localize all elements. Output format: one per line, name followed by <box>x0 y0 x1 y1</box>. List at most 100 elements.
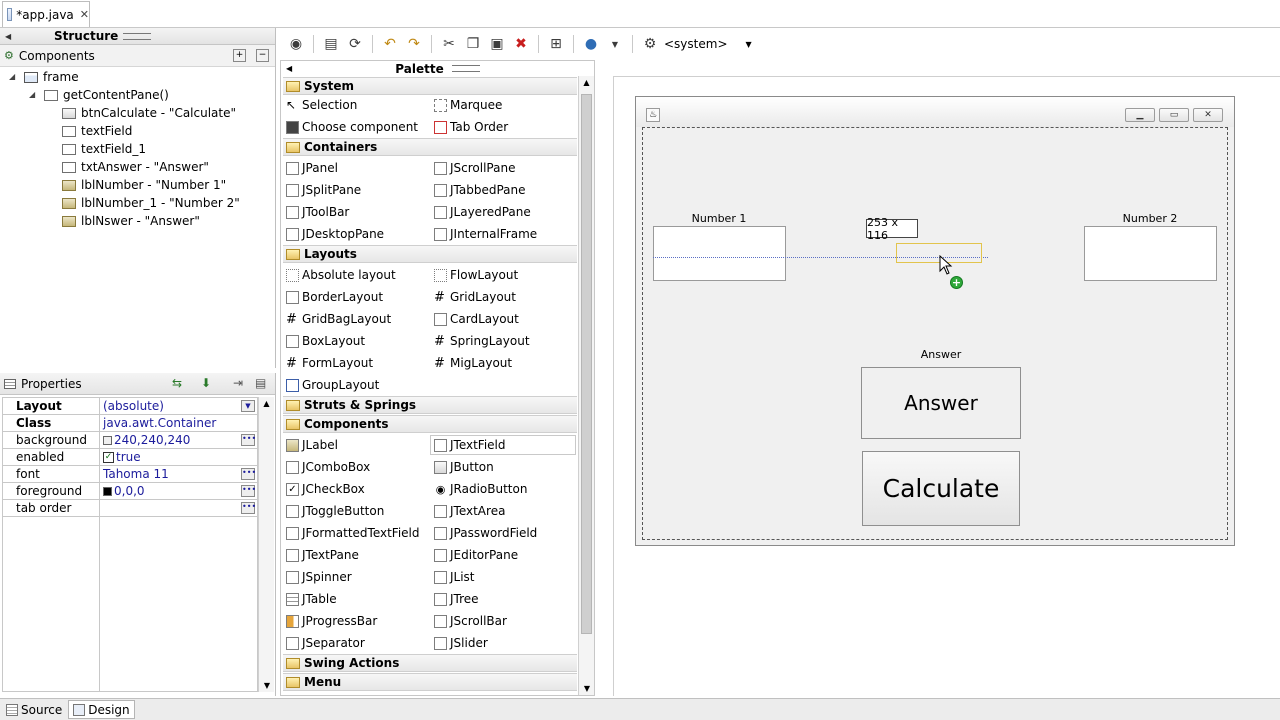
ellipsis-button[interactable]: ••• <box>241 434 256 446</box>
dropdown-arrow-icon[interactable]: ▼ <box>605 34 625 54</box>
label-number-2[interactable]: Number 2 <box>1084 212 1216 225</box>
tree-expanded-icon[interactable]: ◢ <box>9 72 15 81</box>
palette-scrollbar[interactable]: ▲ ▼ <box>578 76 594 695</box>
tree-expanded-icon[interactable]: ◢ <box>29 90 35 99</box>
tree-node-lbl-number[interactable]: lblNumber - "Number 1" <box>62 176 226 194</box>
look-and-feel-selector[interactable]: <system> ▼ <box>664 37 752 51</box>
tree-node-txt-answer[interactable]: txtAnswer - "Answer" <box>62 158 209 176</box>
scroll-thumb[interactable] <box>581 94 592 634</box>
calculate-button[interactable]: Calculate <box>862 451 1020 526</box>
palette-category-layouts[interactable]: Layouts <box>283 245 577 263</box>
palette-item-jtable[interactable]: JTable <box>286 589 337 609</box>
palette-item-jtabbedpane[interactable]: JTabbedPane <box>434 180 526 200</box>
palette-item-formlayout[interactable]: # FormLayout <box>286 353 373 373</box>
palette-item-flowlayout[interactable]: FlowLayout <box>434 265 518 285</box>
tree-node-lbl-number-1[interactable]: lblNumber_1 - "Number 2" <box>62 194 240 212</box>
tree-node-textfield[interactable]: textField <box>62 122 132 140</box>
palette-item-jlabel[interactable]: JLabel <box>286 435 338 455</box>
palette-item-jsplitpane[interactable]: JSplitPane <box>286 180 361 200</box>
look-and-feel-icon[interactable]: ⚙ <box>640 34 660 54</box>
show-events-icon[interactable]: ⇆ <box>172 376 182 390</box>
tab-design[interactable]: Design <box>68 700 135 719</box>
editor-tab-app-java[interactable]: *app.java ✕ <box>2 1 90 27</box>
tree-node-frame[interactable]: frame <box>24 68 79 86</box>
property-value-tab-order[interactable]: ••• <box>99 499 258 517</box>
palette-item-grouplayout[interactable]: GroupLayout <box>286 375 379 395</box>
property-row-class[interactable]: Class java.awt.Container <box>2 414 258 432</box>
property-value-layout[interactable]: (absolute) ▼ <box>99 397 258 415</box>
tab-source[interactable]: Source <box>2 700 66 719</box>
palette-item-jinternalframe[interactable]: JInternalFrame <box>434 224 537 244</box>
palette-item-marquee[interactable]: Marquee <box>434 95 502 115</box>
jframe-titlebar[interactable]: ♨ ▁ ▭ ✕ <box>636 97 1234 127</box>
palette-category-menu[interactable]: Menu <box>283 673 577 691</box>
cut-icon[interactable]: ✂ <box>439 34 459 54</box>
goto-definition-icon[interactable]: ⬇ <box>201 376 211 390</box>
collapse-left-icon[interactable]: ◀ <box>286 64 292 73</box>
refresh-icon[interactable]: ⟳ <box>345 34 365 54</box>
palette-item-jdesktoppane[interactable]: JDesktopPane <box>286 224 384 244</box>
expand-all-icon[interactable]: + <box>233 49 246 62</box>
label-answer[interactable]: Answer <box>862 348 1020 361</box>
palette-item-gridlayout[interactable]: # GridLayout <box>434 287 516 307</box>
redo-icon[interactable]: ↷ <box>404 34 424 54</box>
palette-item-jtextpane[interactable]: JTextPane <box>286 545 359 565</box>
palette-item-tab-order[interactable]: Tab Order <box>434 117 508 137</box>
property-row-font[interactable]: font Tahoma 11 ••• <box>2 465 258 483</box>
palette-item-choose-component[interactable]: Choose component <box>286 117 418 137</box>
property-row-enabled[interactable]: enabled ✓ true <box>2 448 258 466</box>
palette-category-containers[interactable]: Containers <box>283 138 577 156</box>
palette-item-borderlayout[interactable]: BorderLayout <box>286 287 383 307</box>
palette-item-jradiobutton[interactable]: ◉ JRadioButton <box>434 479 527 499</box>
maximize-icon[interactable]: ▭ <box>1159 108 1189 122</box>
tree-node-textfield-1[interactable]: textField_1 <box>62 140 146 158</box>
collapse-all-icon[interactable]: − <box>256 49 269 62</box>
property-row-tab-order[interactable]: tab order ••• <box>2 499 258 517</box>
palette-item-jscrollbar[interactable]: JScrollBar <box>434 611 507 631</box>
dropdown-arrow-icon[interactable]: ▼ <box>241 400 255 412</box>
tree-node-btn-calculate[interactable]: btnCalculate - "Calculate" <box>62 104 236 122</box>
palette-item-jscrollpane[interactable]: JScrollPane <box>434 158 515 178</box>
property-row-foreground[interactable]: foreground 0,0,0 ••• <box>2 482 258 500</box>
ellipsis-button[interactable]: ••• <box>241 468 256 480</box>
palette-category-swing-actions[interactable]: Swing Actions <box>283 654 577 672</box>
minimize-icon[interactable]: ▁ <box>1125 108 1155 122</box>
property-row-background[interactable]: background 240,240,240 ••• <box>2 431 258 449</box>
palette-item-jeditorpane[interactable]: JEditorPane <box>434 545 518 565</box>
palette-category-struts-springs[interactable]: Struts & Springs <box>283 396 577 414</box>
palette-item-jtextarea[interactable]: JTextArea <box>434 501 505 521</box>
palette-category-components[interactable]: Components <box>283 415 577 433</box>
palette-category-system[interactable]: System <box>283 77 577 95</box>
palette-item-jseparator[interactable]: JSeparator <box>286 633 365 653</box>
palette-item-jcheckbox[interactable]: ✓ JCheckBox <box>286 479 365 499</box>
palette-item-jlayeredpane[interactable]: JLayeredPane <box>434 202 531 222</box>
textfield-number-2[interactable] <box>1084 226 1217 281</box>
properties-scrollbar[interactable]: ▲ ▼ <box>258 397 274 692</box>
collapse-left-icon[interactable]: ◀ <box>5 32 11 41</box>
ellipsis-button[interactable]: ••• <box>241 485 256 497</box>
palette-item-boxlayout[interactable]: BoxLayout <box>286 331 365 351</box>
palette-item-springlayout[interactable]: # SpringLayout <box>434 331 530 351</box>
property-value-font[interactable]: Tahoma 11 ••• <box>99 465 258 483</box>
palette-item-jtoolbar[interactable]: JToolBar <box>286 202 349 222</box>
show-advanced-icon[interactable]: ⇥ <box>233 376 243 390</box>
property-row-layout[interactable]: Layout (absolute) ▼ <box>2 397 258 415</box>
checkbox-checked-icon[interactable]: ✓ <box>103 452 114 463</box>
property-value-background[interactable]: 240,240,240 ••• <box>99 431 258 449</box>
tree-node-lbl-nswer[interactable]: lblNswer - "Answer" <box>62 212 200 230</box>
close-icon[interactable]: ✕ <box>1193 108 1223 122</box>
delete-icon[interactable]: ✖ <box>511 34 531 54</box>
palette-item-jcombobox[interactable]: JComboBox <box>286 457 370 477</box>
palette-item-jtogglebutton[interactable]: JToggleButton <box>286 501 384 521</box>
textfield-number-1[interactable] <box>653 226 786 281</box>
palette-item-absolute-layout[interactable]: Absolute layout <box>286 265 396 285</box>
palette-item-jformattedtextfield[interactable]: JFormattedTextField <box>286 523 420 543</box>
property-value-enabled[interactable]: ✓ true <box>99 448 258 466</box>
close-icon[interactable]: ✕ <box>80 8 89 21</box>
palette-item-jtextfield[interactable]: JTextField <box>430 435 576 455</box>
undo-icon[interactable]: ↶ <box>380 34 400 54</box>
restore-default-icon[interactable]: ▤ <box>255 376 266 390</box>
answer-field[interactable]: Answer <box>861 367 1021 439</box>
dropdown-arrow-icon[interactable]: ▼ <box>746 40 752 49</box>
palette-item-selection[interactable]: ↖ Selection <box>286 95 357 115</box>
